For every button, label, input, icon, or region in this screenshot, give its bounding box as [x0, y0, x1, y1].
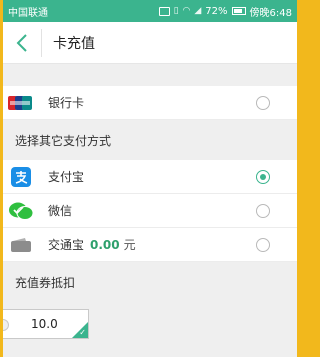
status-time: 傍晚6:48 — [249, 7, 292, 19]
coupon-value: 10.0 — [31, 317, 58, 331]
unionpay-icon — [7, 92, 35, 114]
bank-card-option[interactable]: 银行卡 — [3, 86, 297, 120]
status-bar: 中国联通 ▯ ◠ ◢ 72% 傍晚6:48 — [3, 0, 297, 22]
page-title: 卡充值 — [53, 35, 95, 52]
check-icon: ✓ — [79, 328, 86, 337]
nfc-icon — [158, 6, 170, 16]
battery-percent: 72% — [205, 5, 228, 17]
other-payment-heading: 选择其它支付方式 — [3, 120, 297, 160]
jiaotongbao-unit: 元 — [123, 238, 136, 252]
wallet-icon — [7, 234, 35, 256]
phone-screen: 中国联通 ▯ ◠ ◢ 72% 傍晚6:48 卡充值 银行卡 选择其它支付方式 支… — [3, 0, 297, 357]
chevron-left-icon — [16, 33, 27, 52]
back-button[interactable] — [3, 22, 41, 64]
jiaotongbao-radio[interactable] — [256, 237, 270, 252]
jiaotongbao-label: 交通宝 0.00 元 — [48, 236, 256, 253]
bank-card-radio[interactable] — [256, 95, 270, 110]
wechat-icon — [7, 200, 35, 222]
coupon-card[interactable]: 10.0 ✓ — [3, 309, 89, 339]
carrier-text: 中国联通 — [8, 7, 48, 19]
alipay-option[interactable]: 支付宝 — [3, 160, 297, 194]
coupon-list: 10.0 ✓ — [3, 302, 297, 346]
signal-icon: ◢ — [194, 6, 202, 16]
wifi-icon: ◠ — [182, 6, 191, 16]
jiaotongbao-balance: 0.00 — [90, 238, 120, 252]
vibrate-icon: ▯ — [173, 6, 179, 16]
coupon-heading: 充值券抵扣 — [3, 262, 297, 302]
alipay-label: 支付宝 — [48, 170, 85, 184]
jiaotongbao-name: 交通宝 — [48, 238, 85, 252]
header-divider — [41, 28, 42, 57]
wechat-radio[interactable] — [256, 203, 270, 218]
alipay-radio[interactable] — [256, 169, 270, 184]
status-icons: ▯ ◠ ◢ 72% 傍晚6:48 — [158, 4, 292, 19]
alipay-icon — [7, 166, 35, 188]
app-bar: 卡充值 — [3, 22, 297, 64]
coupon-notch — [3, 319, 9, 331]
bank-card-label: 银行卡 — [48, 96, 85, 110]
jiaotongbao-option[interactable]: 交通宝 0.00 元 — [3, 228, 297, 262]
battery-icon — [231, 7, 246, 15]
wechat-option[interactable]: 微信 — [3, 194, 297, 228]
wechat-label: 微信 — [48, 204, 73, 218]
